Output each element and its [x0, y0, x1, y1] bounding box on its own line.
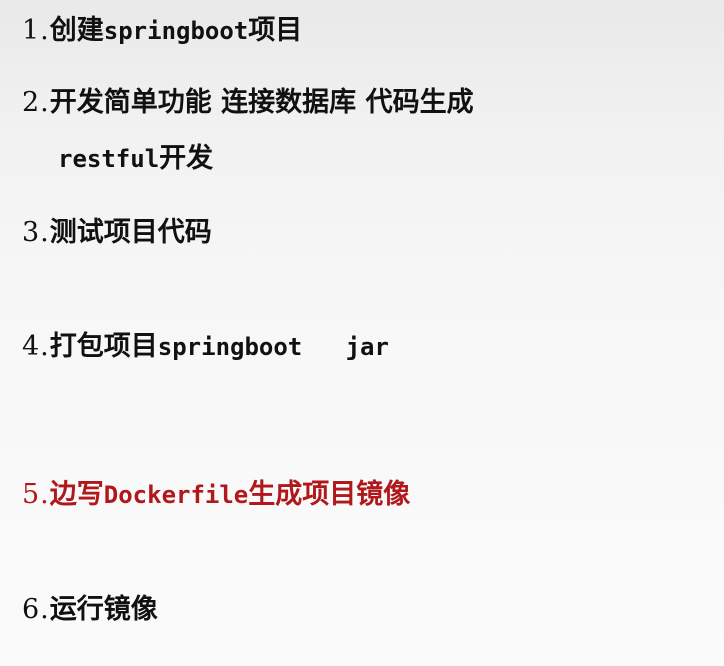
step-3: 3.测试项目代码 [22, 216, 212, 250]
step-number: 2. [22, 87, 50, 118]
step-2: 2.开发简单功能 连接数据库 代码生成 [22, 86, 474, 120]
step-text-en: Dockerfile [103, 481, 249, 509]
step-text-en: springboot [103, 17, 249, 45]
step-text-en: springboot jar [157, 333, 389, 361]
step-number: 6. [22, 594, 50, 625]
step-text: 打包项目 [49, 331, 158, 362]
step-text: 项目 [248, 15, 303, 46]
step-text: 运行镜像 [49, 594, 158, 625]
step-4: 4.打包项目springboot jar [22, 330, 389, 364]
step-number: 3. [22, 217, 50, 248]
step-number: 1. [22, 15, 50, 46]
step-number: 5. [22, 479, 50, 510]
step-1: 1.创建springboot项目 [22, 14, 302, 48]
step-text-en: restful [58, 145, 160, 173]
step-5: 5.边写Dockerfile生成项目镜像 [22, 478, 410, 512]
step-text: 开发 [159, 143, 214, 174]
step-text: 生成项目镜像 [248, 479, 411, 510]
step-text: 开发简单功能 连接数据库 代码生成 [49, 87, 474, 118]
step-number: 4. [22, 331, 50, 362]
step-text: 测试项目代码 [49, 217, 212, 248]
step-6: 6.运行镜像 [22, 593, 158, 627]
step-2-continuation: restful开发 [58, 142, 213, 176]
slide: 1.创建springboot项目 2.开发简单功能 连接数据库 代码生成 res… [0, 0, 724, 666]
step-text: 创建 [49, 15, 104, 46]
step-text: 边写 [49, 479, 104, 510]
